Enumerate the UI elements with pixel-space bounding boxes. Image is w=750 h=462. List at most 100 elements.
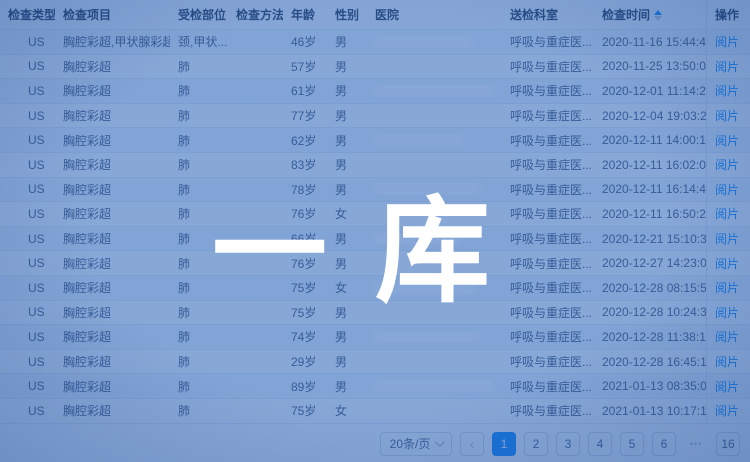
column-label: 检查方法	[236, 8, 283, 22]
column-label: 检查类型	[8, 8, 55, 22]
page-button-3[interactable]: 3	[556, 432, 580, 456]
view-film-link[interactable]: 阅片	[715, 58, 739, 75]
view-film-link[interactable]: 阅片	[715, 107, 739, 124]
redacted-hospital-name	[375, 36, 472, 48]
cell-body_part: 肺	[170, 402, 228, 419]
view-film-link[interactable]: 阅片	[715, 353, 739, 370]
cell-department: 呼吸与重症医...	[502, 33, 594, 50]
view-film-link[interactable]: 阅片	[715, 328, 739, 345]
view-film-link[interactable]: 阅片	[715, 132, 739, 149]
redacted-hospital-name	[375, 183, 480, 195]
column-label: 操作	[715, 6, 739, 23]
cell-action: 阅片	[706, 325, 750, 349]
column-label: 送检科室	[510, 8, 558, 22]
cell-gender: 男	[327, 353, 367, 370]
page-button-6[interactable]: 6	[652, 432, 676, 456]
cell-body_part: 肺	[170, 353, 228, 370]
page-size-select[interactable]: 20条/页	[380, 432, 452, 456]
cell-action: 阅片	[706, 350, 750, 374]
page-size-label: 20条/页	[390, 435, 431, 452]
cell-exam_time: 2020-12-11 14:00:14	[594, 133, 706, 147]
column-header-exam_time[interactable]: 检查时间	[594, 6, 706, 23]
cell-exam_type: US	[0, 404, 55, 418]
cell-gender: 男	[327, 58, 367, 75]
page-ellipsis: •••	[684, 432, 708, 456]
table-row: US胸腔彩超肺78岁男呼吸与重症医...2020-12-11 16:14:49阅…	[0, 178, 750, 203]
cell-hospital	[367, 36, 502, 48]
view-film-link[interactable]: 阅片	[715, 156, 739, 173]
page-button-1[interactable]: 1	[492, 432, 516, 456]
prev-page-button[interactable]: ‹	[460, 432, 484, 456]
cell-exam_type: US	[0, 330, 55, 344]
page-button-16[interactable]: 16	[716, 432, 740, 456]
view-film-link[interactable]: 阅片	[715, 402, 739, 419]
page-button-5[interactable]: 5	[620, 432, 644, 456]
cell-exam_item: 胸腔彩超	[55, 279, 170, 296]
view-film-link[interactable]: 阅片	[715, 255, 739, 272]
redacted-hospital-name	[375, 85, 493, 97]
column-header-hospital: 医院	[367, 6, 502, 23]
cell-exam_item: 胸腔彩超	[55, 402, 170, 419]
cell-department: 呼吸与重症医...	[502, 402, 594, 419]
cell-age: 75岁	[283, 304, 327, 321]
cell-exam_type: US	[0, 158, 55, 172]
cell-hospital	[367, 405, 502, 417]
cell-exam_type: US	[0, 355, 55, 369]
cell-hospital	[367, 159, 502, 171]
cell-exam_type: US	[0, 35, 55, 49]
cell-exam_time: 2020-12-27 14:23:04	[594, 256, 706, 270]
cell-hospital	[367, 306, 502, 318]
cell-gender: 男	[327, 107, 367, 124]
chevron-down-icon	[435, 437, 445, 447]
cell-body_part: 肺	[170, 255, 228, 272]
cell-hospital	[367, 134, 502, 146]
cell-age: 78岁	[283, 181, 327, 198]
cell-gender: 男	[327, 304, 367, 321]
view-film-link[interactable]: 阅片	[715, 279, 739, 296]
cell-hospital	[367, 356, 502, 368]
view-film-link[interactable]: 阅片	[715, 82, 739, 99]
cell-age: 74岁	[283, 328, 327, 345]
cell-gender: 男	[327, 255, 367, 272]
cell-action: 阅片	[706, 202, 750, 226]
cell-exam_type: US	[0, 207, 55, 221]
cell-body_part: 肺	[170, 279, 228, 296]
cell-exam_type: US	[0, 379, 55, 393]
cell-gender: 男	[327, 181, 367, 198]
column-header-exam_item: 检查项目	[55, 6, 170, 23]
cell-department: 呼吸与重症医...	[502, 255, 594, 272]
cell-age: 83岁	[283, 156, 327, 173]
cell-department: 呼吸与重症医...	[502, 328, 594, 345]
table-body: US胸腔彩超,甲状腺彩超颈,甲状...46岁男呼吸与重症医...2020-11-…	[0, 30, 750, 424]
page-button-2[interactable]: 2	[524, 432, 548, 456]
column-header-gender: 性别	[327, 6, 367, 23]
table-row: US胸腔彩超肺75岁女呼吸与重症医...2020-12-28 08:15:51阅…	[0, 276, 750, 301]
cell-exam_item: 胸腔彩超	[55, 353, 170, 370]
cell-exam_time: 2020-12-04 19:03:24	[594, 109, 706, 123]
caret-up-icon	[654, 10, 662, 15]
cell-action: 阅片	[706, 153, 750, 177]
cell-exam_type: US	[0, 133, 55, 147]
redacted-hospital-name	[375, 380, 492, 392]
view-film-link[interactable]: 阅片	[715, 378, 739, 395]
cell-hospital	[367, 380, 502, 392]
page-button-4[interactable]: 4	[588, 432, 612, 456]
view-film-link[interactable]: 阅片	[715, 181, 739, 198]
column-label: 医院	[375, 8, 399, 22]
cell-exam_item: 胸腔彩超	[55, 132, 170, 149]
view-film-link[interactable]: 阅片	[715, 230, 739, 247]
cell-exam_time: 2021-01-13 10:17:16	[594, 404, 706, 418]
cell-age: 76岁	[283, 255, 327, 272]
view-film-link[interactable]: 阅片	[715, 205, 739, 222]
cell-body_part: 肺	[170, 82, 228, 99]
cell-body_part: 肺	[170, 132, 228, 149]
cell-gender: 男	[327, 156, 367, 173]
cell-exam_time: 2020-12-11 16:50:25	[594, 207, 706, 221]
cell-gender: 男	[327, 230, 367, 247]
cell-exam_item: 胸腔彩超	[55, 156, 170, 173]
cell-body_part: 颈,甲状...	[170, 33, 228, 50]
view-film-link[interactable]: 阅片	[715, 33, 739, 50]
view-film-link[interactable]: 阅片	[715, 304, 739, 321]
sort-caret-icon[interactable]	[654, 10, 662, 21]
column-header-body_part: 受检部位	[170, 6, 228, 23]
